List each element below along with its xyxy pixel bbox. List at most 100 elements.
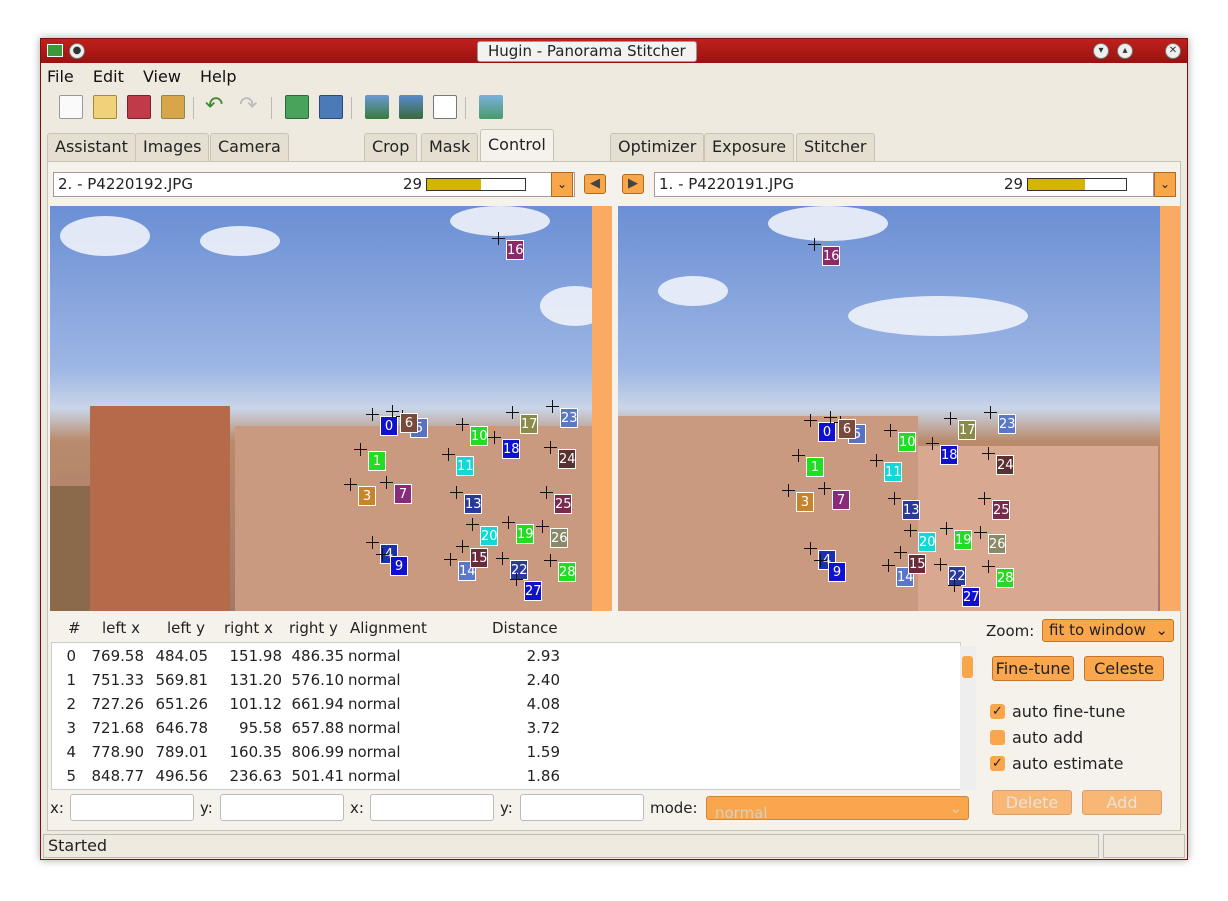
open-file-icon[interactable] [93,95,117,119]
menu-help[interactable]: Help [200,67,236,86]
control-point-marker[interactable]: 13 [464,494,482,514]
tab-camera-and-lens[interactable]: Camera and Lens [210,133,289,208]
finetune-button[interactable]: Fine-tune [992,656,1074,681]
table-row[interactable]: 5 848.77 496.56 236.63 501.41 normal 1.86 [52,765,957,789]
control-point-marker[interactable]: 1 [806,457,824,477]
control-point-marker[interactable]: 19 [516,524,534,544]
tab-stitcher[interactable]: Stitcher [796,133,875,161]
control-point-marker[interactable]: 15 [908,554,926,574]
close-icon[interactable]: ✕ [1165,43,1181,59]
control-point-marker[interactable]: 20 [918,532,936,552]
delete-button[interactable]: Delete [992,790,1072,815]
mode-select[interactable]: normal ⌄ [706,796,969,822]
control-point-marker[interactable]: 9 [828,562,846,582]
control-point-marker[interactable]: 18 [502,439,520,459]
col-left-y[interactable]: left y [167,619,205,637]
control-point-marker[interactable]: 9 [390,556,408,576]
table-row[interactable]: 2 727.26 651.26 101.12 661.94 normal 4.08 [52,693,957,717]
left-y-input[interactable] [220,794,344,821]
control-point-marker[interactable]: 6 [400,413,418,433]
control-point-marker[interactable]: 16 [506,240,524,260]
optimize-icon[interactable] [479,95,503,119]
control-point-marker[interactable]: 19 [954,530,972,550]
control-point-marker[interactable]: 20 [480,526,498,546]
col-right-y[interactable]: right y [289,619,338,637]
right-x-input[interactable] [370,794,494,821]
control-point-marker[interactable]: 23 [560,408,578,428]
right-y-input[interactable] [520,794,644,821]
save-as-icon[interactable] [161,95,185,119]
table-row[interactable]: 4 778.90 789.01 160.35 806.99 normal 1.59 [52,741,957,765]
col-alignment[interactable]: Alignment [350,619,427,637]
left-image-select[interactable]: 2. - P4220192.JPG 29 [53,172,575,197]
left-image-dropdown-icon[interactable]: ⌄ [551,172,573,197]
tab-assistant[interactable]: Assistant [47,133,136,161]
control-point-marker[interactable]: 17 [958,420,976,440]
control-point-marker[interactable]: 7 [394,484,412,504]
add-time-series-icon[interactable] [319,95,343,119]
table-row[interactable]: 0 769.58 484.05 151.98 486.35 normal 2.93 [52,645,957,669]
maximize-icon[interactable]: ▴ [1117,43,1133,59]
right-image-view[interactable]: 0 1 3 4 5 6 7 9 10 11 13 14 15 16 17 18 19 20 22 23 24 25 26 27… [618,206,1180,611]
control-point-marker[interactable]: 26 [988,534,1006,554]
tab-images[interactable]: Images [135,133,210,161]
checkbox[interactable]: ✓ [990,704,1005,719]
control-point-marker[interactable]: 25 [992,500,1010,520]
col-right-x[interactable]: right x [224,619,273,637]
celeste-button[interactable]: Celeste [1084,656,1164,681]
control-point-marker[interactable]: 24 [996,455,1014,475]
window-menu-icon[interactable]: ● [69,43,85,59]
zoom-select[interactable]: fit to window ⌄ [1042,619,1174,642]
control-point-marker[interactable]: 18 [940,445,958,465]
control-point-marker[interactable]: 26 [550,528,568,548]
control-point-marker[interactable]: 13 [902,500,920,520]
table-row[interactable]: 3 721.68 646.78 95.58 657.88 normal 3.72 [52,717,957,741]
control-point-marker[interactable]: 11 [884,462,902,482]
control-point-marker[interactable]: 7 [832,490,850,510]
list-scrollbar[interactable] [960,646,976,790]
control-point-marker[interactable]: 1 [368,451,386,471]
preview-icon[interactable] [399,95,423,119]
control-point-marker[interactable]: 23 [998,414,1016,434]
checkbox[interactable]: ✓ [990,756,1005,771]
control-point-marker[interactable]: 25 [554,494,572,514]
col-distance[interactable]: Distance [492,619,558,637]
right-image-select[interactable]: 1. - P4220191.JPG 29 [654,172,1154,197]
tab-mask[interactable]: Mask [421,133,479,161]
save-icon[interactable] [127,95,151,119]
tab-exposure[interactable]: Exposure [704,133,795,161]
col-left-x[interactable]: left x [102,619,140,637]
control-point-marker[interactable]: 27 [962,587,980,607]
control-point-marker[interactable]: 3 [358,486,376,506]
right-image-dropdown-icon[interactable]: ⌄ [1154,172,1176,197]
control-point-marker[interactable]: 11 [456,456,474,476]
tab-optimizer[interactable]: Optimizer [610,133,705,161]
add-button[interactable]: Add [1082,790,1162,815]
minimize-icon[interactable]: ▾ [1093,43,1109,59]
menu-file[interactable]: File [47,67,74,86]
tab-control-points[interactable]: Control Points [480,129,554,184]
new-file-icon[interactable] [59,95,83,119]
control-point-marker[interactable]: 10 [898,432,916,452]
control-point-marker[interactable]: 10 [470,426,488,446]
batch-list-icon[interactable] [433,95,457,119]
left-image-view[interactable]: 0 1 3 4 5 6 7 9 10 11 13 14 15 16 17 18 19 20 22 23 24 25 26 27… [50,206,612,611]
next-image-button[interactable]: ▶ [622,174,644,194]
control-point-list[interactable]: 0 769.58 484.05 151.98 486.35 normal 2.93 1 751.… [51,642,961,790]
control-point-marker[interactable]: 6 [838,419,856,439]
col-num[interactable]: # [68,619,81,637]
menu-edit[interactable]: Edit [93,67,124,86]
control-point-marker[interactable]: 28 [996,568,1014,588]
prev-image-button[interactable]: ◀ [584,174,606,194]
left-x-input[interactable] [70,794,194,821]
redo-icon[interactable]: ↷ [239,95,263,119]
fast-preview-gl-icon[interactable] [365,95,389,119]
tab-crop[interactable]: Crop [364,133,418,161]
control-point-marker[interactable]: 24 [558,449,576,469]
control-point-marker[interactable]: 27 [524,581,542,601]
control-point-marker[interactable]: 16 [822,246,840,266]
table-row[interactable]: 1 751.33 569.81 131.20 576.10 normal 2.40 [52,669,957,693]
checkbox[interactable] [990,730,1005,745]
menu-view[interactable]: View [143,67,181,86]
add-images-icon[interactable] [285,95,309,119]
